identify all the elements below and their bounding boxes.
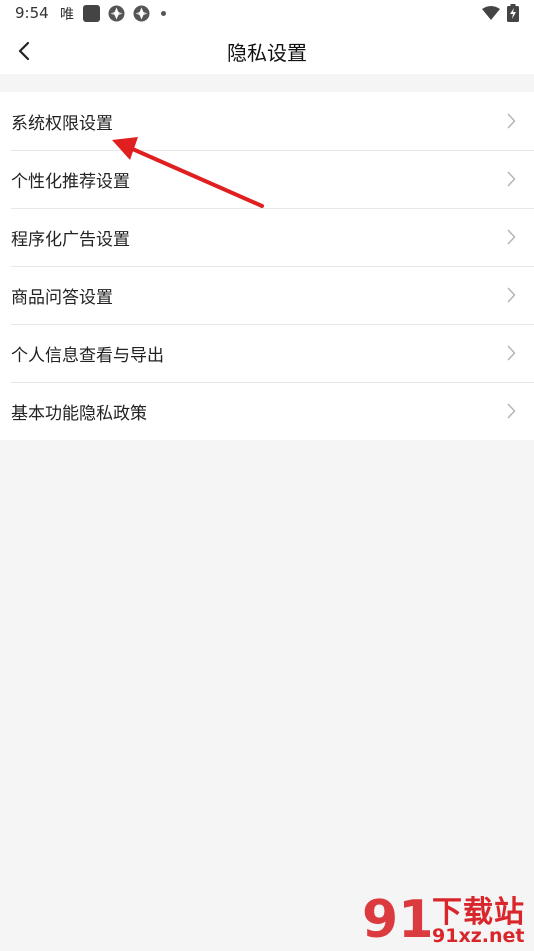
divider — [11, 382, 534, 383]
settings-item-basic-privacy-policy[interactable]: 基本功能隐私政策 — [0, 382, 534, 440]
settings-item-label: 个性化推荐设置 — [11, 172, 130, 192]
chevron-right-icon — [507, 229, 516, 245]
aperture-icon — [108, 5, 125, 22]
battery-charging-icon — [507, 4, 519, 22]
divider — [11, 150, 534, 151]
chevron-right-icon — [507, 113, 516, 129]
settings-item-personal-info-export[interactable]: 个人信息查看与导出 — [0, 324, 534, 382]
settings-item-label: 商品问答设置 — [11, 288, 113, 308]
aperture-icon — [133, 5, 150, 22]
settings-item-label: 系统权限设置 — [11, 114, 113, 134]
dot-icon — [161, 11, 166, 16]
chevron-right-icon — [507, 171, 516, 187]
watermark-logo-text: 91 — [362, 890, 430, 947]
privacy-settings-list: 系统权限设置 个性化推荐设置 程序化广告设置 商品问答设置 个人信息查看与导出 … — [0, 92, 534, 440]
chevron-right-icon — [507, 403, 516, 419]
chevron-right-icon — [507, 287, 516, 303]
divider — [11, 208, 534, 209]
status-app-glyph: 唯 — [60, 7, 74, 23]
wifi-icon — [482, 6, 500, 20]
settings-item-label: 程序化广告设置 — [11, 230, 130, 250]
watermark-logo: 91 — [362, 890, 434, 950]
settings-item-programmatic-ads[interactable]: 程序化广告设置 — [0, 208, 534, 266]
settings-item-label: 个人信息查看与导出 — [11, 346, 164, 366]
divider — [11, 266, 534, 267]
settings-item-personalized-recommendation[interactable]: 个性化推荐设置 — [0, 150, 534, 208]
divider — [11, 324, 534, 325]
page-title: 隐私设置 — [227, 41, 307, 65]
app-square-icon — [83, 5, 100, 22]
chevron-right-icon — [507, 345, 516, 361]
header: 隐私设置 — [0, 28, 534, 74]
watermark: 91 下载站 91xz.net — [360, 885, 534, 950]
settings-item-system-permissions[interactable]: 系统权限设置 — [0, 92, 534, 150]
status-bar: 9:54 唯 — [0, 0, 534, 28]
watermark-sub-text: 91xz.net — [432, 925, 525, 947]
settings-item-product-qa[interactable]: 商品问答设置 — [0, 266, 534, 324]
status-time: 9:54 — [15, 4, 49, 22]
settings-item-label: 基本功能隐私政策 — [11, 404, 147, 424]
